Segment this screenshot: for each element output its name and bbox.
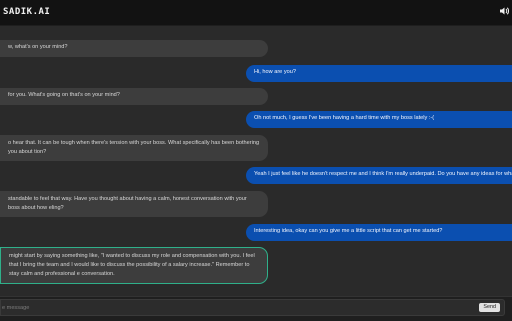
user-message: Interesting idea, okay can you give me a… [246, 224, 512, 241]
user-message: Yeah I just feel like he doesn't respect… [246, 167, 512, 184]
user-message: Oh not much, I guess I've been having a … [246, 111, 512, 128]
bot-message: w, what's on your mind? [0, 40, 268, 57]
message-composer: Send [0, 296, 512, 321]
bot-message-highlighted: might start by saying something like, "I… [0, 247, 268, 284]
top-bar: SADIK.AI [0, 0, 512, 26]
bot-message: for you. What's going on that's on your … [0, 88, 268, 105]
bot-message: o hear that. It can be tough when there'… [0, 135, 268, 161]
send-button[interactable]: Send [479, 303, 500, 312]
app-title: SADIK.AI [3, 7, 51, 17]
message-input[interactable] [1, 300, 481, 315]
user-message: Hi, how are you? [246, 65, 512, 82]
bot-message: standable to feel that way. Have you tho… [0, 191, 268, 217]
speaker-volume-icon[interactable] [499, 6, 509, 16]
message-input-box: Send [0, 299, 505, 316]
chat-log: w, what's on your mind? Hi, how are you?… [0, 25, 512, 295]
